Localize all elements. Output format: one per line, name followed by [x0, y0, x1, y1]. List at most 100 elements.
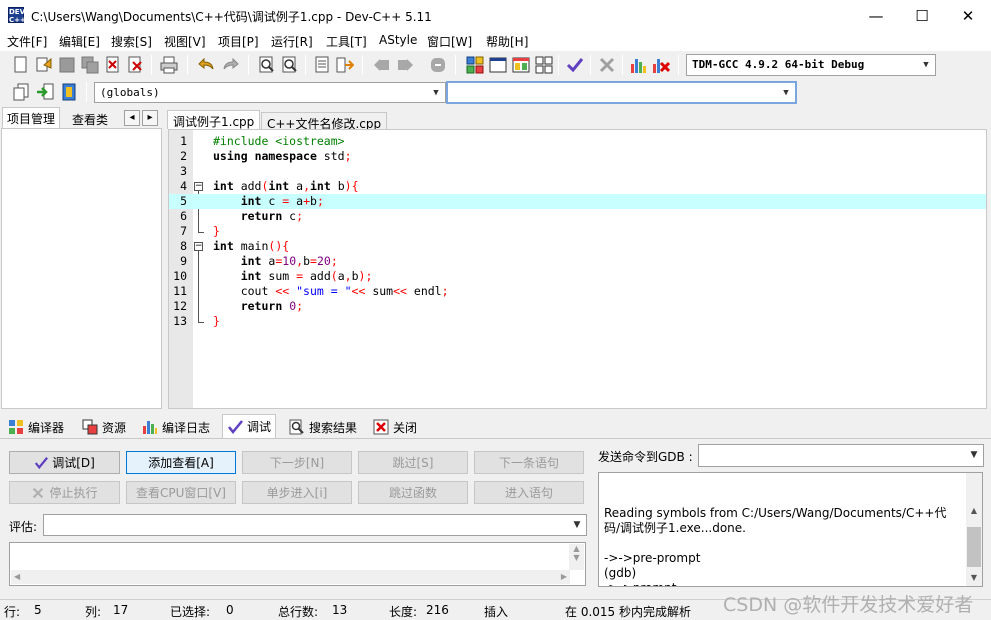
- watch-output-area[interactable]: ▲ ▼ ◀ ▶: [9, 542, 586, 586]
- scroll-up-icon: ▲: [573, 544, 580, 553]
- run-icon[interactable]: [489, 56, 507, 74]
- code-line[interactable]: 10 int sum = add(a,b);: [169, 269, 986, 284]
- add-watch-label: 添加查看[A]: [148, 456, 214, 470]
- title-bar[interactable]: DEV C++ C:\Users\Wang\Documents\C++代码\调试…: [0, 0, 991, 31]
- tab-close[interactable]: 关闭: [369, 416, 421, 438]
- status-selected-label: 已选择:: [170, 605, 211, 619]
- tab-search-results[interactable]: 搜索结果: [285, 416, 361, 438]
- compile-icon[interactable]: [466, 56, 484, 74]
- code-line[interactable]: 4 int add(int a,int b){: [169, 179, 986, 194]
- project-tree-panel[interactable]: [1, 128, 162, 409]
- goto-definition-icon[interactable]: [36, 83, 54, 101]
- toggle-comment-icon[interactable]: [429, 56, 447, 74]
- horizontal-scrollbar[interactable]: ◀ ▶: [11, 570, 570, 584]
- menu-run[interactable]: 运行[R]: [271, 33, 313, 50]
- close-button[interactable]: ✕: [945, 0, 991, 31]
- maximize-button[interactable]: ☐: [899, 0, 945, 31]
- code-line[interactable]: 8 int main(){: [169, 239, 986, 254]
- next-step-button[interactable]: 下一步[N]: [242, 451, 352, 474]
- redo-icon[interactable]: [221, 56, 239, 74]
- skip-button[interactable]: 跳过[S]: [358, 451, 468, 474]
- replace-icon[interactable]: [281, 56, 299, 74]
- delete-profile-icon[interactable]: [652, 56, 670, 74]
- chevron-down-icon: ▼: [783, 88, 789, 98]
- tab-resources[interactable]: 资源: [78, 416, 130, 438]
- tab-scroll-right-button[interactable]: ▸: [142, 110, 158, 126]
- tab-project-manager[interactable]: 项目管理: [2, 107, 61, 128]
- code-line[interactable]: 12 return 0;: [169, 299, 986, 314]
- skip-function-button[interactable]: 跳过函数: [358, 481, 468, 504]
- close-file-icon[interactable]: [104, 56, 122, 74]
- gdb-command-input[interactable]: ▼: [698, 444, 984, 467]
- menu-help[interactable]: 帮助[H]: [486, 33, 528, 50]
- add-watch-button[interactable]: 添加查看[A]: [126, 451, 236, 474]
- code-line[interactable]: 13}: [169, 314, 986, 329]
- goto-line-icon[interactable]: [313, 56, 331, 74]
- code-line[interactable]: 6 return c;: [169, 209, 986, 224]
- debug-check-icon[interactable]: [566, 56, 584, 74]
- code-line[interactable]: 2 using namespace std;: [169, 149, 986, 164]
- menu-tools[interactable]: 工具[T]: [326, 33, 367, 50]
- bookmark-icon[interactable]: [60, 83, 78, 101]
- save-icon[interactable]: [58, 56, 76, 74]
- code-line[interactable]: 7}: [169, 224, 986, 239]
- code-line[interactable]: 11 cout << "sum = "<< sum<< endl;: [169, 284, 986, 299]
- line-number: 5: [180, 194, 187, 208]
- menu-edit[interactable]: 编辑[E]: [59, 33, 100, 50]
- code-line-current[interactable]: 5 int c = a+b;: [169, 194, 986, 209]
- editor-tab[interactable]: C++文件名修改.cpp: [261, 112, 388, 131]
- menu-project[interactable]: 项目[P]: [218, 33, 259, 50]
- gdb-output[interactable]: Reading symbols from C:/Users/Wang/Docum…: [598, 472, 983, 587]
- enter-statement-button[interactable]: 进入语句: [474, 481, 584, 504]
- debug-button[interactable]: 调试[D]: [9, 451, 120, 474]
- window-title: C:\Users\Wang\Documents\C++代码\调试例子1.cpp …: [31, 10, 432, 24]
- tab-compile-log[interactable]: 编译日志: [138, 416, 214, 438]
- function-select[interactable]: ▼: [446, 81, 797, 104]
- print-icon[interactable]: [160, 56, 178, 74]
- next-bookmark-icon[interactable]: [396, 56, 414, 74]
- open-file-icon[interactable]: [35, 56, 53, 74]
- profile-chart-icon[interactable]: [629, 56, 647, 74]
- tab-scroll-left-button[interactable]: ◂: [124, 110, 140, 126]
- scope-select[interactable]: (globals) ▼: [94, 82, 446, 103]
- status-col-label: 列:: [85, 605, 102, 619]
- evaluate-input[interactable]: ▼: [43, 514, 587, 536]
- view-cpu-window-button[interactable]: 查看CPU窗口[V]: [126, 481, 236, 504]
- compile-run-icon[interactable]: [512, 56, 530, 74]
- menu-window[interactable]: 窗口[W]: [427, 33, 472, 50]
- step-into-button[interactable]: 单步进入[i]: [242, 481, 352, 504]
- scrollbar-thumb[interactable]: [967, 527, 981, 567]
- goto-function-icon[interactable]: [336, 56, 354, 74]
- undo-icon[interactable]: [198, 56, 216, 74]
- tab-compiler[interactable]: 编译器: [4, 416, 68, 438]
- insert-code-icon[interactable]: [12, 83, 30, 101]
- code-line[interactable]: 1 #include <iostream>: [169, 134, 986, 149]
- tab-debug[interactable]: 调试: [222, 414, 277, 438]
- new-file-icon[interactable]: [12, 56, 30, 74]
- vertical-scrollbar[interactable]: ▲ ▼: [569, 544, 584, 570]
- menu-search[interactable]: 搜索[S]: [111, 33, 152, 50]
- code-editor[interactable]: − − 1 #include <iostream> 2 using namespace …: [168, 129, 987, 409]
- rebuild-icon[interactable]: [535, 56, 553, 74]
- editor-tab-active[interactable]: 调试例子1.cpp: [167, 110, 261, 129]
- code-line[interactable]: 9 int a=10,b=20;: [169, 254, 986, 269]
- compiler-select[interactable]: TDM-GCC 4.9.2 64-bit Debug ▼: [686, 54, 936, 76]
- stop-execution-button[interactable]: 停止执行: [9, 481, 120, 504]
- minimize-button[interactable]: —: [853, 0, 899, 31]
- vertical-scrollbar[interactable]: ▲ ▼: [966, 473, 982, 586]
- next-statement-button[interactable]: 下一条语句: [474, 451, 584, 474]
- code-line[interactable]: 3: [169, 164, 986, 179]
- find-icon[interactable]: [258, 56, 276, 74]
- stop-execution-icon[interactable]: [598, 56, 616, 74]
- tab-class-browser[interactable]: 查看类: [68, 109, 112, 130]
- scroll-up-icon: ▲: [970, 506, 978, 515]
- line-number: 3: [180, 164, 187, 178]
- menu-astyle[interactable]: AStyle: [379, 33, 417, 47]
- resource-icon: [82, 419, 98, 435]
- menu-file[interactable]: 文件[F]: [7, 33, 47, 50]
- prev-bookmark-icon[interactable]: [373, 56, 391, 74]
- menu-view[interactable]: 视图[V]: [164, 33, 206, 50]
- next-step-label: 下一步[N]: [269, 456, 325, 470]
- save-all-icon[interactable]: [81, 56, 99, 74]
- close-all-icon[interactable]: [127, 56, 145, 74]
